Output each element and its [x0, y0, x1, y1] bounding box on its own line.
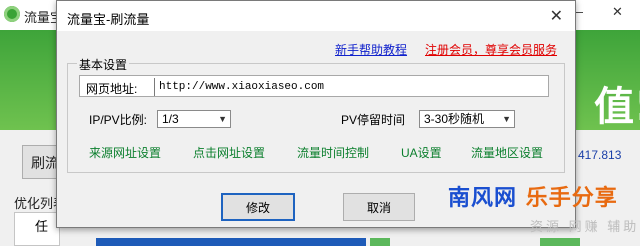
click-url-settings-link[interactable]: 点击网址设置 — [193, 144, 265, 161]
ua-settings-link[interactable]: UA设置 — [401, 144, 442, 161]
watermark-part1: 南风网 — [448, 186, 518, 211]
group-title: 基本设置 — [77, 56, 130, 73]
chevron-down-icon: ▼ — [218, 114, 227, 124]
dialog-titlebar: 流量宝-刷流量 ✕ — [57, 1, 575, 31]
bg-close-button[interactable]: ✕ — [612, 4, 623, 20]
dialog-close-button[interactable]: ✕ — [550, 6, 563, 26]
source-url-settings-link[interactable]: 来源网址设置 — [89, 144, 161, 161]
stay-time-value: 3-30秒随机 — [424, 112, 485, 126]
url-field-row: 网页地址: — [79, 75, 549, 97]
bg-banner-text: 值! — [594, 84, 640, 130]
watermark-part2: 乐手分享 — [525, 186, 618, 211]
help-tutorial-link[interactable]: 新手帮助教程 — [335, 41, 407, 58]
traffic-time-control-link[interactable]: 流量时间控制 — [297, 144, 369, 161]
bg-selected-row[interactable] — [96, 238, 366, 246]
bg-table-header: 任务类 — [14, 212, 60, 246]
watermark-logo: 南风网 乐手分享 — [448, 180, 618, 212]
modify-button[interactable]: 修改 — [221, 193, 295, 221]
traffic-region-settings-link[interactable]: 流量地区设置 — [471, 144, 543, 161]
ratio-select[interactable]: 1/3 ▼ — [157, 110, 231, 128]
bg-status-badge — [370, 238, 390, 246]
cancel-button[interactable]: 取消 — [343, 193, 415, 221]
url-label: 网页地址: — [86, 82, 138, 96]
ratio-value: 1/3 — [162, 112, 179, 126]
bg-count: 417.813 — [578, 148, 622, 162]
bg-status-badge-2 — [540, 238, 580, 246]
watermark-subtitle: 资源 网赚 辅助 — [530, 219, 640, 234]
dialog-title: 流量宝-刷流量 — [67, 12, 150, 27]
url-input[interactable] — [154, 78, 535, 96]
chevron-down-icon: ▼ — [502, 114, 511, 124]
register-member-link[interactable]: 注册会员，尊享会员服务 — [425, 41, 557, 58]
stay-time-select[interactable]: 3-30秒随机 ▼ — [419, 110, 515, 128]
stay-time-label: PV停留时间 — [341, 113, 406, 127]
app-logo-icon — [4, 6, 20, 22]
ratio-label: IP/PV比例: — [89, 113, 148, 127]
